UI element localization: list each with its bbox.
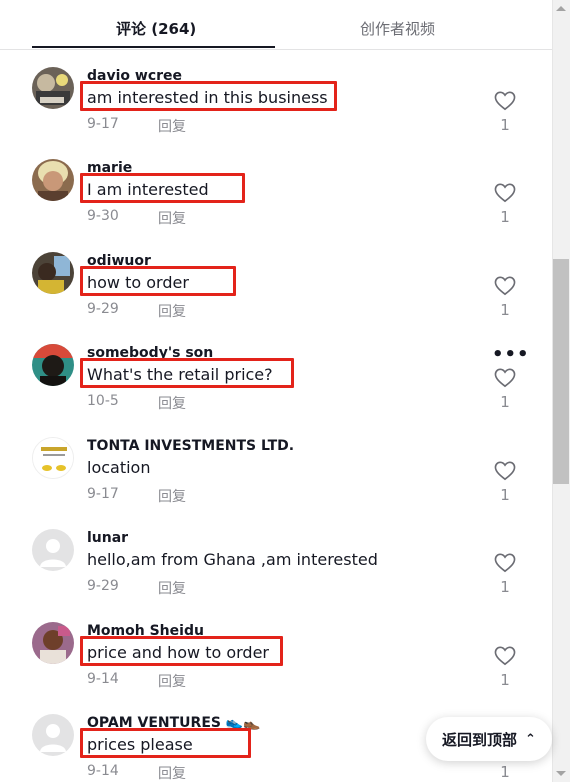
- heart-icon[interactable]: [494, 91, 516, 111]
- comment-date: 9-29: [87, 578, 119, 594]
- comment-date: 10-5: [87, 393, 119, 409]
- scrollbar-thumb[interactable]: [553, 259, 569, 484]
- avatar[interactable]: [32, 344, 74, 386]
- comment-date: 9-14: [87, 671, 119, 687]
- reply-button[interactable]: 回复: [158, 763, 186, 782]
- reply-button[interactable]: 回复: [158, 116, 186, 136]
- like-count: 1: [500, 393, 510, 411]
- highlight-box: [80, 358, 294, 388]
- comment-item: somebody's son What's the retail price? …: [0, 344, 552, 436]
- avatar-image-icon: [32, 159, 74, 201]
- scroll-down-icon[interactable]: [556, 771, 566, 776]
- default-avatar-icon: [32, 529, 74, 571]
- comment-tabs: 评论 (264) 创作者视频: [0, 0, 552, 50]
- company-logo-icon: [33, 438, 73, 478]
- comment-date: 9-14: [87, 763, 119, 779]
- comment-text: hello,am from Ghana ,am interested: [87, 550, 378, 569]
- heart-icon[interactable]: [494, 553, 516, 573]
- like-count: 1: [500, 578, 510, 596]
- avatar[interactable]: [32, 529, 74, 571]
- avatar[interactable]: [32, 252, 74, 294]
- highlight-box: [80, 266, 236, 296]
- comment-date: 9-29: [87, 301, 119, 317]
- avatar[interactable]: [32, 437, 74, 479]
- comment-item: odiwuor how to order 9-29 回复 1: [0, 252, 552, 344]
- heart-icon[interactable]: [494, 183, 516, 203]
- like-count: 1: [500, 671, 510, 689]
- more-options-icon[interactable]: •••: [492, 344, 530, 365]
- comment-date: 9-17: [87, 116, 119, 132]
- highlight-box: [80, 81, 337, 111]
- reply-button[interactable]: 回复: [158, 671, 186, 691]
- avatar-image-icon: [32, 622, 74, 664]
- back-to-top-label: 返回到顶部: [442, 730, 518, 749]
- heart-icon[interactable]: [494, 368, 516, 388]
- heart-icon[interactable]: [494, 276, 516, 296]
- comment-date: 9-17: [87, 486, 119, 502]
- comment-text: location: [87, 458, 151, 477]
- highlight-box: [80, 173, 245, 203]
- avatar-image-icon: [32, 252, 74, 294]
- like-count: 1: [500, 486, 510, 504]
- comment-item: davio wcree am interested in this busine…: [0, 67, 552, 159]
- like-count: 1: [500, 116, 510, 134]
- reply-button[interactable]: 回复: [158, 578, 186, 598]
- scroll-up-icon[interactable]: [556, 6, 566, 11]
- comment-item: Momoh Sheidu price and how to order 9-14…: [0, 622, 552, 714]
- comment-username[interactable]: lunar: [87, 530, 128, 546]
- comment-item: TONTA INVESTMENTS LTD. location 9-17 回复 …: [0, 437, 552, 529]
- default-avatar-icon: [32, 714, 74, 756]
- avatar[interactable]: [32, 622, 74, 664]
- double-chevron-up-icon: ⌃: [525, 731, 536, 747]
- highlight-box: [80, 728, 251, 758]
- like-count: 1: [500, 208, 510, 226]
- heart-icon[interactable]: [494, 646, 516, 666]
- avatar-image-icon: [32, 344, 74, 386]
- reply-button[interactable]: 回复: [158, 208, 186, 228]
- reply-button[interactable]: 回复: [158, 393, 186, 413]
- back-to-top-button[interactable]: 返回到顶部 ⌃: [426, 717, 552, 761]
- comment-item: lunar hello,am from Ghana ,am interested…: [0, 529, 552, 621]
- like-count: 1: [500, 763, 510, 781]
- active-tab-indicator: [32, 46, 275, 48]
- comment-username[interactable]: TONTA INVESTMENTS LTD.: [87, 438, 294, 454]
- heart-icon[interactable]: [494, 461, 516, 481]
- like-count: 1: [500, 301, 510, 319]
- comment-date: 9-30: [87, 208, 119, 224]
- avatar[interactable]: [32, 714, 74, 756]
- reply-button[interactable]: 回复: [158, 301, 186, 321]
- comment-item: marie I am interested 9-30 回复 1: [0, 159, 552, 251]
- avatar[interactable]: [32, 67, 74, 109]
- scrollbar[interactable]: [552, 0, 570, 782]
- avatar[interactable]: [32, 159, 74, 201]
- tab-creator-videos[interactable]: 创作者视频: [360, 18, 435, 39]
- tab-comments[interactable]: 评论 (264): [116, 18, 196, 39]
- avatar-image-icon: [32, 67, 74, 109]
- reply-button[interactable]: 回复: [158, 486, 186, 506]
- highlight-box: [80, 636, 283, 666]
